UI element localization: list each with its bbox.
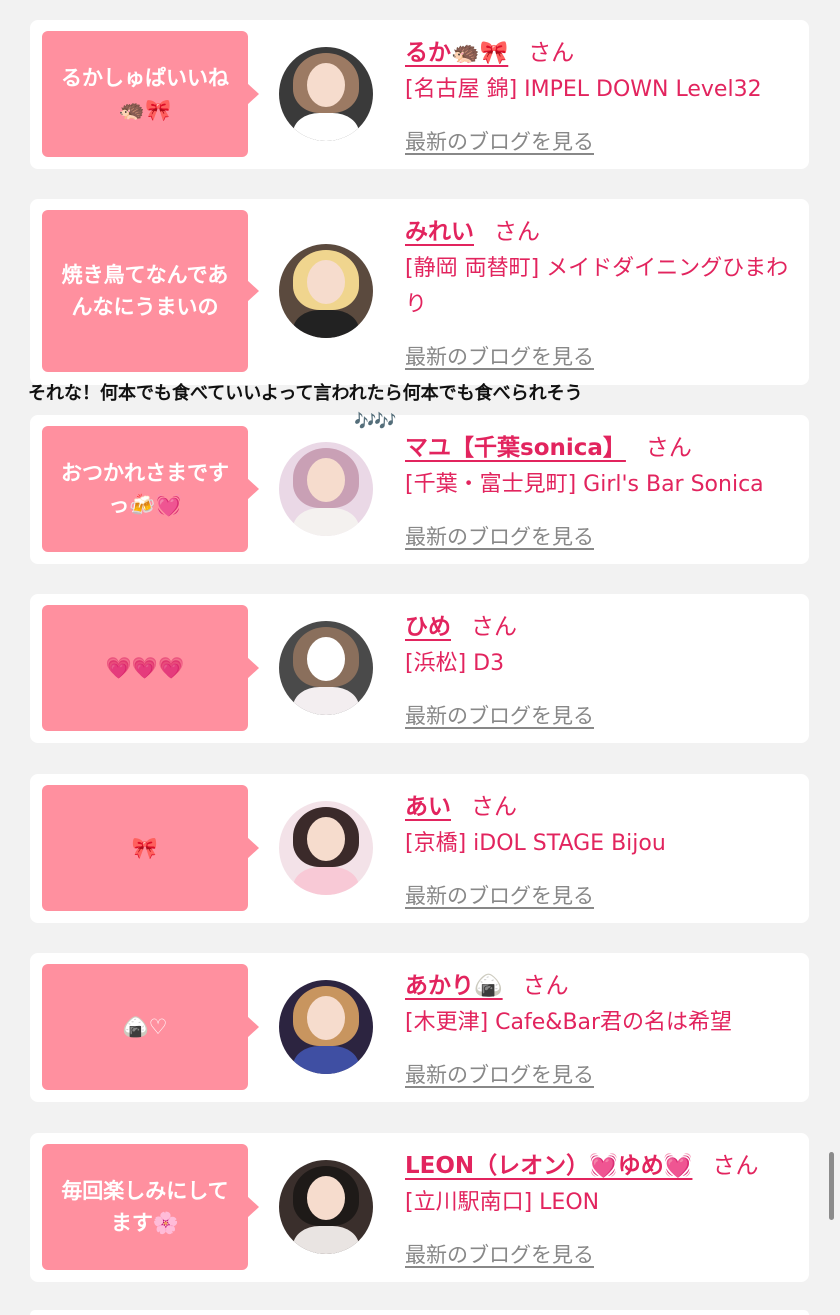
cast-name-link[interactable]: あかり🍙 bbox=[405, 966, 503, 1000]
cast-name-link[interactable]: LEON（レオン）💓ゆめ💓 bbox=[405, 1146, 692, 1180]
latest-blog-link[interactable]: 最新のブログを見る bbox=[405, 1059, 594, 1089]
shop-info: [木更津] Cafe&Bar君の名は希望 bbox=[405, 1010, 733, 1035]
latest-blog-link[interactable]: 最新のブログを見る bbox=[405, 341, 594, 371]
message-card: 🍙♡ あかり🍙 さん [木更津] Cafe&Bar君の名は希望 最新のブログを見… bbox=[30, 953, 809, 1102]
avatar[interactable] bbox=[279, 1160, 373, 1254]
name-suffix: さん bbox=[522, 973, 569, 999]
message-bubble: おつかれさまですっ🍻💓 bbox=[42, 426, 259, 552]
cast-name-link[interactable]: ひめ bbox=[405, 607, 451, 641]
latest-blog-link[interactable]: 最新のブログを見る bbox=[405, 1239, 594, 1269]
overlay-comment: それな！何本でも食べていいよって言われたら何本でも食べられそう 🎶🎶 bbox=[28, 380, 748, 436]
cast-name-link[interactable]: みれい bbox=[405, 212, 474, 246]
avatar[interactable] bbox=[279, 801, 373, 895]
scrollbar-thumb[interactable] bbox=[829, 1152, 834, 1220]
message-card: るかしゅぱいいね🦔🎀 るか🦔🎀 さん [名古屋 錦] IMPEL DOWN Le… bbox=[30, 20, 809, 169]
message-card: 焼き鳥てなんであんなにうまいの みれい さん [静岡 両替町] メイドダイニング… bbox=[30, 199, 809, 385]
cast-name-link[interactable]: るか🦔🎀 bbox=[405, 33, 508, 67]
overlay-comment-text: それな！何本でも食べていいよって言われたら何本でも食べられそう bbox=[28, 383, 583, 404]
latest-blog-link[interactable]: 最新のブログを見る bbox=[405, 126, 594, 156]
name-suffix: さん bbox=[471, 614, 517, 640]
avatar[interactable] bbox=[279, 442, 373, 536]
name-suffix: さん bbox=[494, 219, 540, 245]
shop-info: [浜松] D3 bbox=[405, 651, 505, 676]
shop-info: [静岡 両替町] メイドダイニングひまわり bbox=[405, 256, 789, 317]
shop-info: [千葉・富士見町] Girl's Bar Sonica bbox=[405, 472, 764, 497]
name-suffix: さん bbox=[528, 40, 575, 66]
message-text: 💗💗💗 bbox=[105, 656, 185, 680]
avatar[interactable] bbox=[279, 980, 373, 1074]
shop-info: [名古屋 錦] IMPEL DOWN Level32 bbox=[405, 77, 762, 102]
message-card: 毎回楽しみにしてます🌸 LEON（レオン）💓ゆめ💓 さん [立川駅南口] LEO… bbox=[30, 1133, 809, 1282]
avatar[interactable] bbox=[279, 244, 373, 338]
message-text: 🎀 bbox=[131, 836, 159, 860]
latest-blog-link[interactable]: 最新のブログを見る bbox=[405, 700, 594, 730]
cast-name-link[interactable]: あい bbox=[405, 787, 451, 821]
message-bubble: るかしゅぱいいね🦔🎀 bbox=[42, 31, 259, 157]
latest-blog-link[interactable]: 最新のブログを見る bbox=[405, 521, 594, 551]
message-bubble: 💗💗💗 bbox=[42, 605, 259, 731]
message-card: 💗💗💗 ひめ さん [浜松] D3 最新のブログを見る bbox=[30, 594, 809, 743]
shop-info: [立川駅南口] LEON bbox=[405, 1190, 600, 1215]
message-card: おつかれさまですっ🍻💓 マユ【千葉sonica】 さん [千葉・富士見町] Gi… bbox=[30, 415, 809, 564]
music-notes-icon: 🎶🎶 bbox=[354, 411, 397, 432]
message-bubble: 🎀 bbox=[42, 785, 259, 911]
avatar[interactable] bbox=[279, 47, 373, 141]
avatar[interactable] bbox=[279, 621, 373, 715]
message-text: おつかれさまですっ🍻💓 bbox=[61, 461, 229, 517]
message-text: るかしゅぱいいね🦔🎀 bbox=[61, 66, 229, 122]
latest-blog-link[interactable]: 最新のブログを見る bbox=[405, 880, 594, 910]
message-text: 毎回楽しみにしてます🌸 bbox=[61, 1179, 229, 1235]
message-bubble: 毎回楽しみにしてます🌸 bbox=[42, 1144, 259, 1270]
shop-info: [京橋] iDOL STAGE Bijou bbox=[405, 831, 666, 856]
message-text: 焼き鳥てなんであんなにうまいの bbox=[61, 263, 229, 319]
message-card: 🎀 あい さん [京橋] iDOL STAGE Bijou 最新のブログを見る bbox=[30, 774, 809, 923]
name-suffix: さん bbox=[471, 794, 517, 820]
message-bubble: 焼き鳥てなんであんなにうまいの bbox=[42, 210, 259, 372]
name-suffix: さん bbox=[712, 1153, 759, 1179]
message-text: 🍙♡ bbox=[122, 1015, 168, 1039]
message-bubble: 🍙♡ bbox=[42, 964, 259, 1090]
next-card-edge bbox=[30, 1310, 809, 1315]
